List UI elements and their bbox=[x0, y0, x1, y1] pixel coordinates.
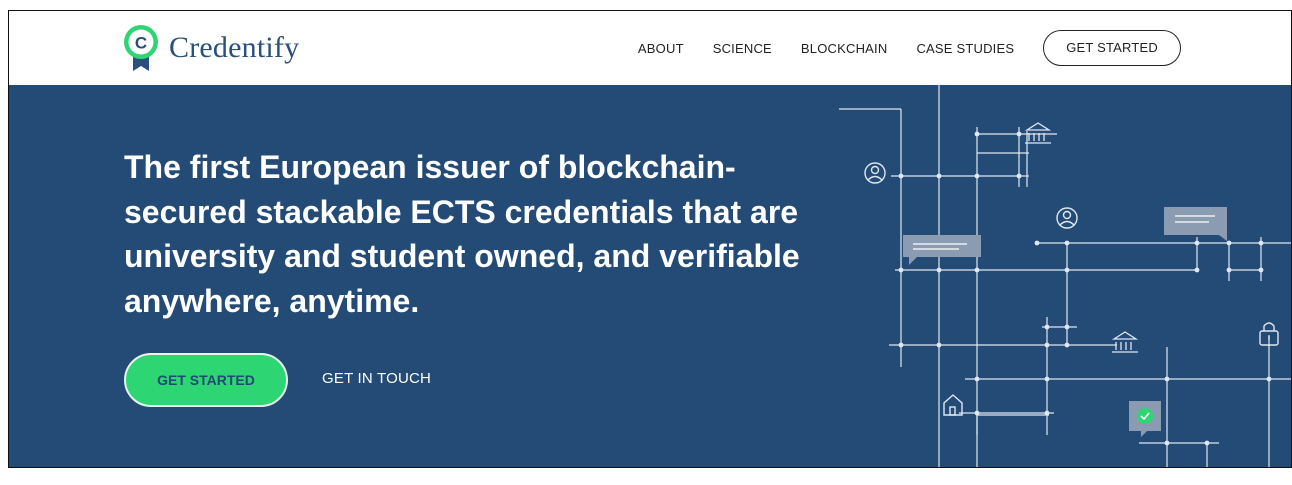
hero-section: The first European issuer of blockchain-… bbox=[9, 85, 1291, 467]
nav-case-studies[interactable]: CASE STUDIES bbox=[916, 41, 1014, 56]
brand-logo[interactable]: C Credentify bbox=[121, 23, 299, 73]
credentify-badge-icon: C bbox=[124, 25, 158, 71]
nav-blockchain[interactable]: BLOCKCHAIN bbox=[801, 41, 888, 56]
network-nodes bbox=[898, 131, 1272, 446]
main-menu: ABOUT SCIENCE BLOCKCHAIN CASE STUDIES GE… bbox=[609, 30, 1181, 66]
brand-name: Credentify bbox=[169, 31, 300, 64]
blockchain-network-illustration bbox=[839, 85, 1291, 467]
top-navigation: C Credentify ABOUT SCIENCE BLOCKCHAIN CA… bbox=[9, 11, 1291, 85]
check-icon bbox=[1129, 401, 1161, 437]
nav-get-started-button[interactable]: GET STARTED bbox=[1043, 30, 1181, 66]
chat-bubble-icon bbox=[1164, 207, 1227, 241]
browser-viewport: C Credentify ABOUT SCIENCE BLOCKCHAIN CA… bbox=[8, 10, 1292, 468]
person-icon bbox=[864, 162, 886, 184]
bank-icon bbox=[1024, 122, 1052, 144]
house-icon bbox=[943, 394, 963, 416]
nav-about[interactable]: ABOUT bbox=[638, 41, 684, 56]
hero-get-started-button[interactable]: GET STARTED bbox=[124, 353, 288, 407]
chat-bubble-icon bbox=[903, 235, 981, 265]
nav-science[interactable]: SCIENCE bbox=[713, 41, 772, 56]
hero-headline: The first European issuer of blockchain-… bbox=[124, 149, 800, 319]
network-lines bbox=[839, 85, 1291, 467]
hero-get-in-touch-link[interactable]: GET IN TOUCH bbox=[322, 370, 431, 387]
bank-icon bbox=[1111, 331, 1139, 353]
logo-letter: C bbox=[135, 34, 147, 53]
person-icon bbox=[1056, 207, 1078, 229]
